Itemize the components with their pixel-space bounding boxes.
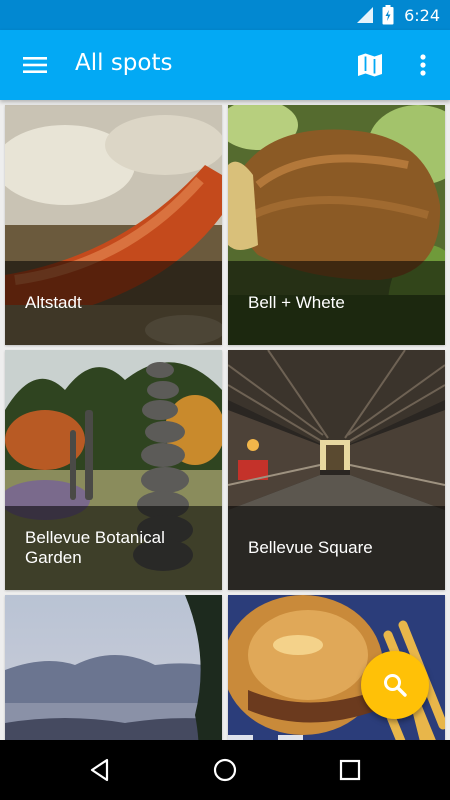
spot-name: Bellevue Botanical Garden — [25, 528, 165, 567]
menu-button[interactable] — [15, 49, 55, 81]
spot-name: Altstadt — [25, 293, 82, 312]
spot-caption: Altstadt — [5, 261, 222, 345]
spot-name: Bell + Whete — [248, 293, 345, 312]
spot-tile-bellevue-square[interactable]: Bellevue Square — [228, 350, 445, 590]
signal-icon — [357, 7, 374, 23]
back-icon — [90, 758, 109, 782]
spot-tile-altstadt[interactable]: Altstadt — [5, 105, 222, 345]
more-vert-icon — [420, 54, 426, 76]
navigation-bar — [0, 740, 450, 800]
spot-caption: Bellevue Botanical Garden — [5, 506, 222, 590]
spots-grid: Altstadt Bell + Whete Bellevue Botanical… — [0, 100, 450, 740]
status-time: 6:24 — [404, 5, 440, 25]
status-icons: 6:24 — [356, 4, 440, 26]
back-button[interactable] — [75, 750, 125, 790]
app-bar: All spots — [0, 30, 450, 100]
spot-tile-mountain-view[interactable] — [5, 595, 222, 740]
menu-icon — [23, 57, 47, 73]
spot-tile-bellevue-botanical-garden[interactable]: Bellevue Botanical Garden — [5, 350, 222, 590]
search-fab-button[interactable] — [361, 651, 429, 719]
battery-icon — [382, 5, 394, 25]
home-icon — [213, 758, 237, 782]
search-icon — [384, 674, 407, 697]
spot-tile-bell-whete[interactable]: Bell + Whete — [228, 105, 445, 345]
spot-name: Bellevue Square — [248, 538, 373, 557]
overflow-menu-button[interactable] — [408, 47, 438, 83]
home-button[interactable] — [200, 750, 250, 790]
page-title: All spots — [75, 50, 173, 76]
spot-caption: Bell + Whete — [228, 261, 445, 345]
map-icon — [358, 53, 382, 77]
map-view-button[interactable] — [350, 47, 390, 83]
recents-icon — [339, 759, 361, 781]
status-bar: 6:24 — [0, 0, 450, 30]
spot-photo — [5, 595, 222, 740]
recents-button[interactable] — [325, 750, 375, 790]
spot-caption: Bellevue Square — [228, 506, 445, 590]
